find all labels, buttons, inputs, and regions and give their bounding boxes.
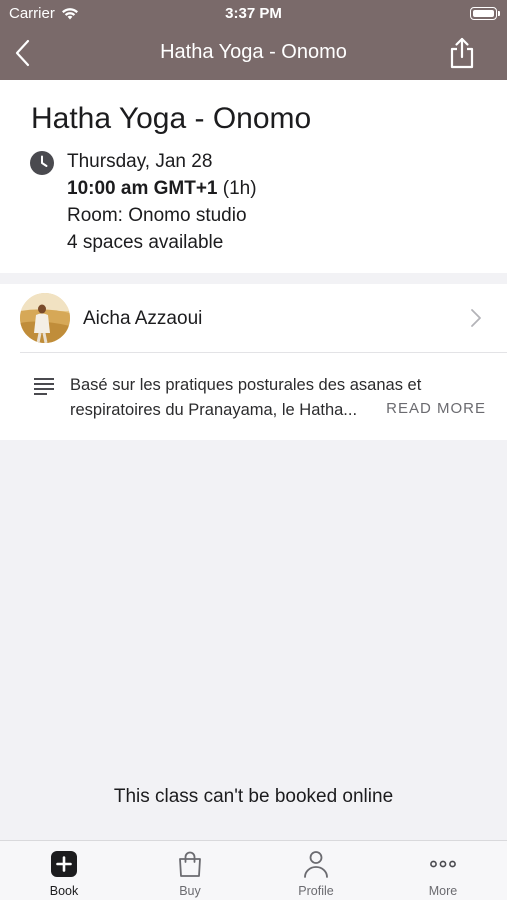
class-detail-card: Aicha Azzaoui Basé sur les pratiques pos…	[0, 284, 507, 440]
person-icon	[304, 851, 328, 878]
divider	[20, 352, 507, 353]
nav-title: Hatha Yoga - Onomo	[160, 41, 347, 63]
tab-book-label: Book	[49, 884, 79, 898]
top-bar: Carrier 3:37 PM Hatha Yoga - Onomo	[0, 0, 507, 80]
class-spaces: 4 spaces available	[67, 232, 224, 253]
tab-bar: Book Buy Profile More	[0, 840, 507, 900]
back-chevron-icon[interactable]	[10, 37, 38, 69]
tab-more[interactable]: More	[380, 841, 506, 900]
status-time: 3:37 PM	[225, 5, 282, 22]
class-time-row: 10:00 am GMT+1 (1h)	[67, 175, 257, 202]
instructor-name: Aicha Azzaoui	[83, 308, 203, 329]
class-info: Thursday, Jan 28 10:00 am GMT+1 (1h) Roo…	[67, 148, 257, 256]
clock-icon	[30, 151, 54, 175]
battery-icon	[470, 7, 500, 20]
text-lines-icon	[34, 378, 54, 395]
tab-profile[interactable]: Profile	[253, 841, 379, 900]
class-room: Room: Onomo studio	[67, 205, 247, 226]
share-icon[interactable]	[447, 36, 477, 70]
class-time: 10:00 am GMT+1	[67, 178, 218, 199]
plus-square-icon	[51, 851, 77, 877]
status-bar: Carrier 3:37 PM	[0, 0, 507, 28]
read-more-link[interactable]: READ MORE	[386, 400, 486, 417]
booking-status-message: This class can't be booked online	[113, 786, 394, 807]
tab-buy[interactable]: Buy	[127, 841, 253, 900]
tab-buy-label: Buy	[179, 884, 201, 898]
chevron-right-icon	[471, 309, 481, 327]
instructor-avatar	[20, 293, 70, 343]
instructor-row[interactable]: Aicha Azzaoui	[0, 284, 507, 352]
class-header-card: Hatha Yoga - Onomo Thursday, Jan 28 10:0…	[0, 80, 507, 273]
ellipsis-icon	[430, 860, 456, 868]
tab-profile-label: Profile	[298, 884, 334, 898]
tab-more-label: More	[428, 884, 458, 898]
bag-icon	[179, 851, 201, 877]
tab-book[interactable]: Book	[1, 841, 127, 900]
class-date: Thursday, Jan 28	[67, 151, 213, 172]
class-duration: (1h)	[222, 178, 257, 199]
navigation-bar: Hatha Yoga - Onomo	[0, 28, 507, 80]
class-title: Hatha Yoga - Onomo	[31, 102, 312, 135]
